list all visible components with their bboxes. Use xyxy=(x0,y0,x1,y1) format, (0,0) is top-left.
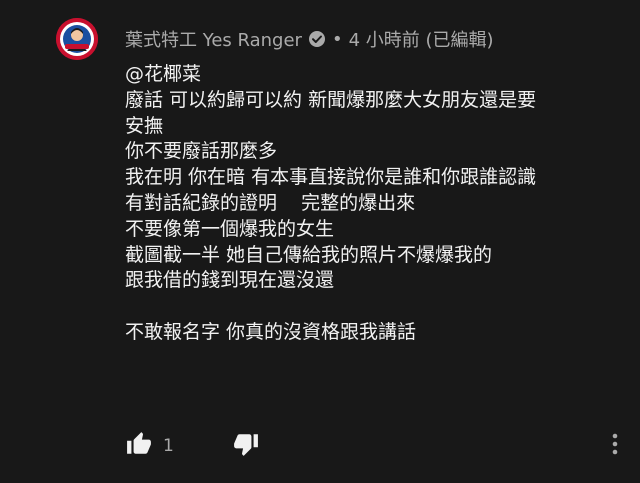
author-name[interactable]: 葉式特工 Yes Ranger xyxy=(125,26,302,52)
like-count: 1 xyxy=(163,436,174,456)
comment-line xyxy=(125,294,625,320)
thumbs-down-icon xyxy=(233,431,259,461)
more-vert-icon xyxy=(612,433,618,459)
comment-time[interactable]: 4 小時前 (已編輯) xyxy=(349,26,494,52)
comment-header: 葉式特工 Yes Ranger • 4 小時前 (已編輯) xyxy=(125,26,494,52)
separator-dot: • xyxy=(331,28,343,50)
thumbs-up-icon xyxy=(126,431,152,461)
comment-line: 廢話 可以約歸可以約 新聞爆那麼大女朋友還是要 xyxy=(125,88,537,111)
avatar[interactable] xyxy=(56,18,98,60)
more-button[interactable] xyxy=(604,432,626,460)
verified-check-icon xyxy=(308,30,326,48)
dislike-button[interactable] xyxy=(232,432,260,460)
comment-line: 不要像第一個爆我的女生 xyxy=(125,217,335,240)
comment-line: 不敢報名字 你真的沒資格跟我講話 xyxy=(125,320,417,343)
like-button[interactable] xyxy=(125,432,153,460)
comment-line: 跟我借的錢到現在還沒還 xyxy=(125,269,335,292)
comment-line: @花椰菜 xyxy=(125,63,202,85)
comment-line: 你不要廢話那麼多 xyxy=(125,140,278,163)
comment-line: 截圖截一半 她自己傳給我的照片不爆爆我的 xyxy=(125,243,493,266)
comment-line: 我在明 你在暗 有本事直接說你是誰和你跟誰認識 xyxy=(125,166,537,189)
comment-body: @花椰菜 廢話 可以約歸可以約 新聞爆那麼大女朋友還是要 安撫 你不要廢話那麼多… xyxy=(125,62,625,346)
comment-actions: 1 xyxy=(125,428,260,464)
comment-line: 安撫 xyxy=(125,114,164,137)
comment-line: 有對話紀錄的證明 完整的爆出來 xyxy=(125,191,416,214)
